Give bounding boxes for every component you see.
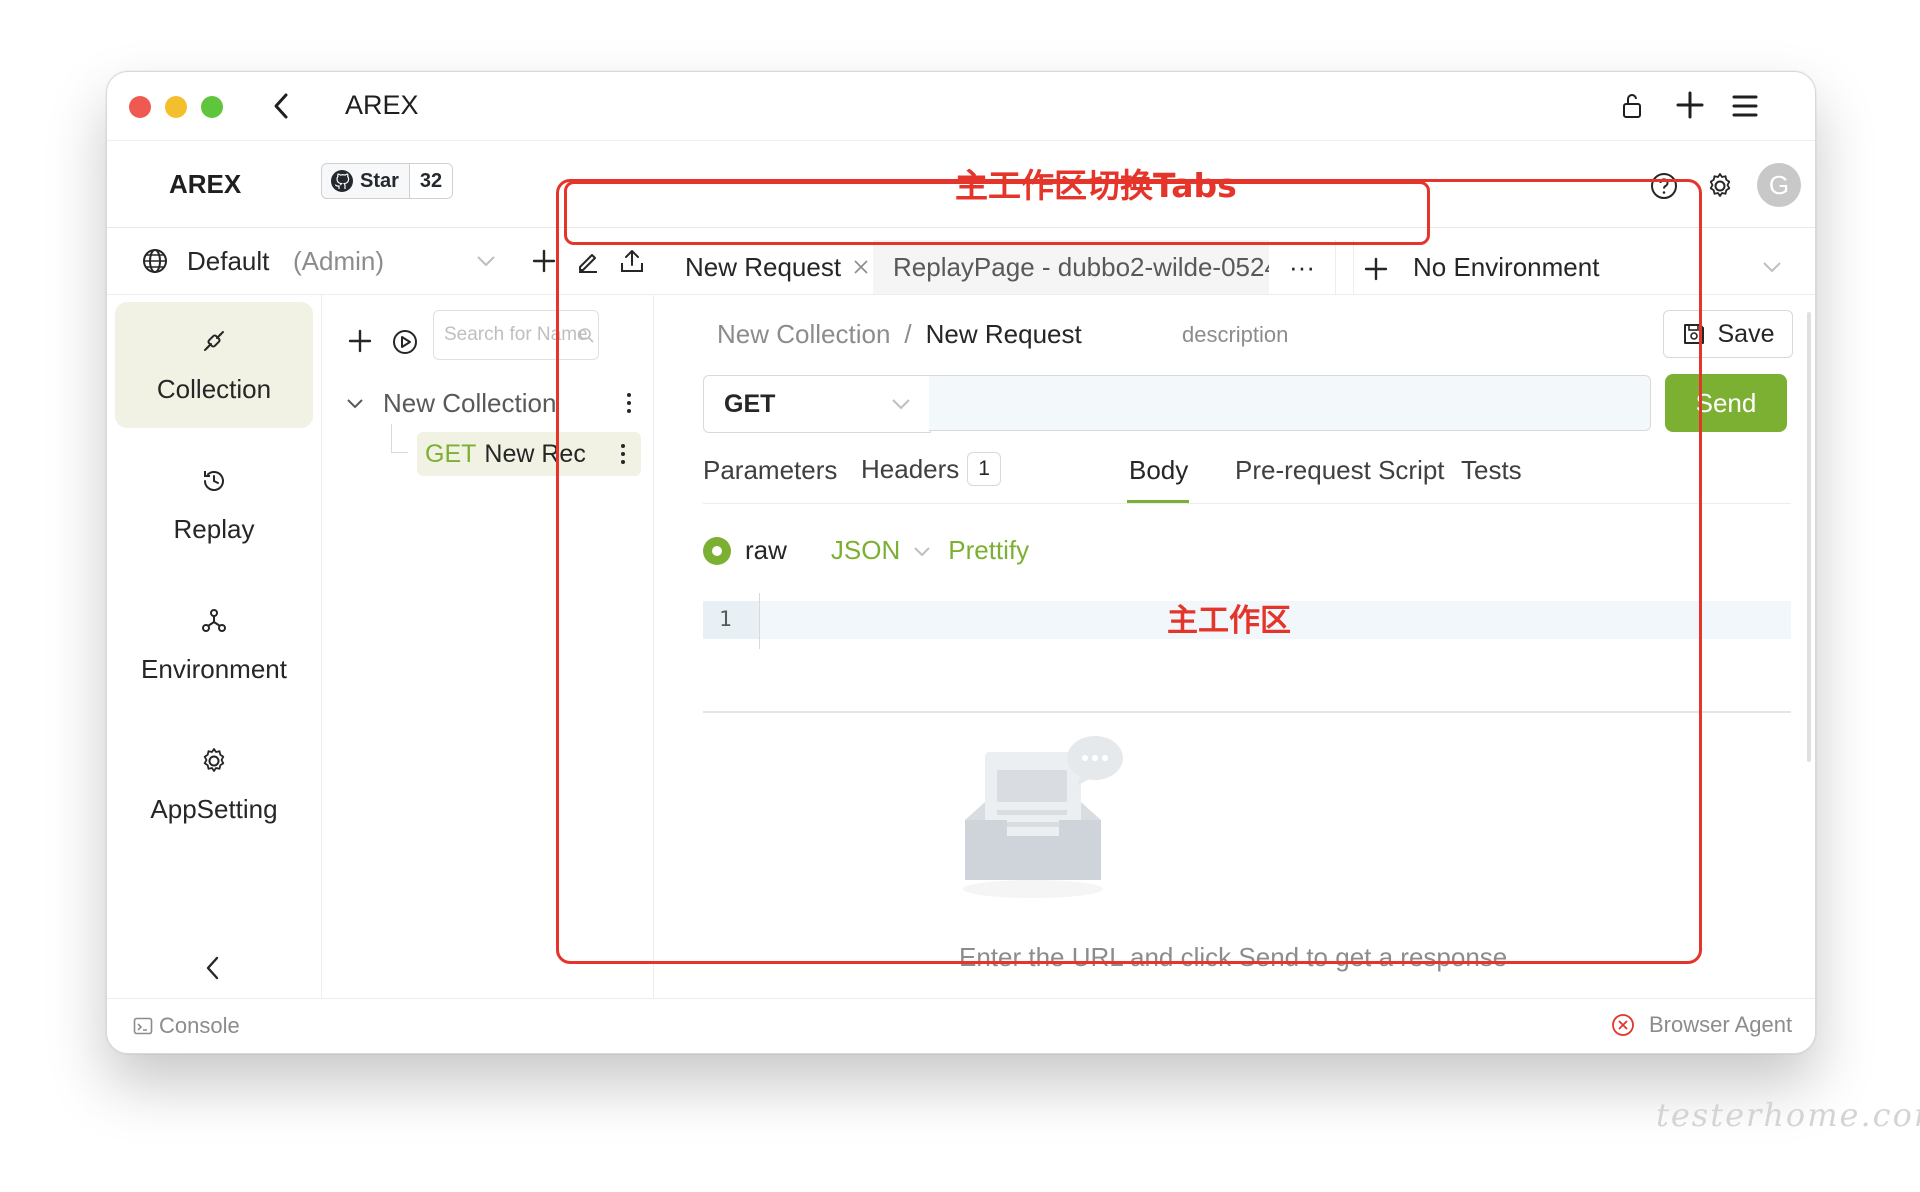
replay-icon: [199, 466, 229, 496]
collection-icon: [199, 326, 229, 356]
title-bar: AREX: [107, 72, 1815, 141]
unlock-icon[interactable]: [1621, 92, 1643, 120]
status-bar: Console Browser Agent: [107, 998, 1815, 1053]
nav-item-appsetting[interactable]: AppSetting: [115, 722, 313, 848]
error-circle-icon: [1611, 1013, 1635, 1037]
nav-item-environment[interactable]: Environment: [115, 582, 313, 708]
nav-label-environment: Environment: [141, 653, 287, 684]
console-button[interactable]: Console: [133, 1013, 240, 1039]
window-title: AREX: [345, 90, 419, 120]
nav-label-appsetting: AppSetting: [150, 793, 278, 824]
browser-agent-label: Browser Agent: [1649, 1012, 1793, 1037]
settings-gear-icon[interactable]: [1705, 171, 1735, 201]
menu-icon[interactable]: [1731, 92, 1759, 120]
chevron-down-icon[interactable]: [345, 393, 365, 413]
globe-icon: [141, 247, 169, 275]
close-window-button[interactable]: [129, 96, 151, 118]
minimize-window-button[interactable]: [165, 96, 187, 118]
add-workspace-icon[interactable]: [531, 248, 557, 274]
scrollbar[interactable]: [1807, 312, 1811, 762]
github-star-button[interactable]: Star 32: [321, 163, 454, 199]
watermark: testerhome.com: [1656, 1096, 1920, 1134]
workspace-role: (Admin): [293, 246, 385, 276]
new-tab-icon[interactable]: [1675, 90, 1705, 120]
collapse-nav-icon[interactable]: [203, 954, 223, 982]
nav-item-collection[interactable]: Collection: [115, 302, 313, 428]
github-icon: [330, 169, 354, 193]
annotation-main-box: [556, 179, 1702, 964]
tree-folder-label: New Collection: [383, 387, 557, 418]
github-star-label[interactable]: Star: [322, 164, 410, 198]
app-brand: AREX: [169, 169, 242, 199]
run-collection-icon[interactable]: [391, 328, 419, 356]
github-star-count[interactable]: 32: [409, 164, 453, 198]
left-nav: Collection Replay Environment AppSetting: [107, 294, 322, 998]
save-label: Save: [1717, 319, 1775, 348]
avatar[interactable]: G: [1757, 163, 1801, 207]
nav-item-replay[interactable]: Replay: [115, 442, 313, 568]
add-collection-icon[interactable]: [347, 328, 373, 354]
browser-agent-status[interactable]: Browser Agent: [1611, 1012, 1792, 1038]
gear-icon: [199, 746, 229, 776]
nav-label-replay: Replay: [173, 513, 255, 544]
tree-connector: [391, 424, 408, 453]
environment-icon: [199, 606, 229, 636]
back-icon[interactable]: [271, 92, 291, 120]
github-star-text: Star: [360, 169, 399, 192]
workspace-name[interactable]: Default: [187, 246, 269, 277]
request-method-tag: GET: [425, 439, 477, 468]
nav-label-collection: Collection: [156, 373, 272, 404]
terminal-icon: [133, 1016, 153, 1036]
chevron-down-icon: [1761, 256, 1783, 278]
workspace-dropdown-icon[interactable]: [475, 250, 497, 272]
console-label: Console: [159, 1013, 240, 1038]
maximize-window-button[interactable]: [201, 96, 223, 118]
